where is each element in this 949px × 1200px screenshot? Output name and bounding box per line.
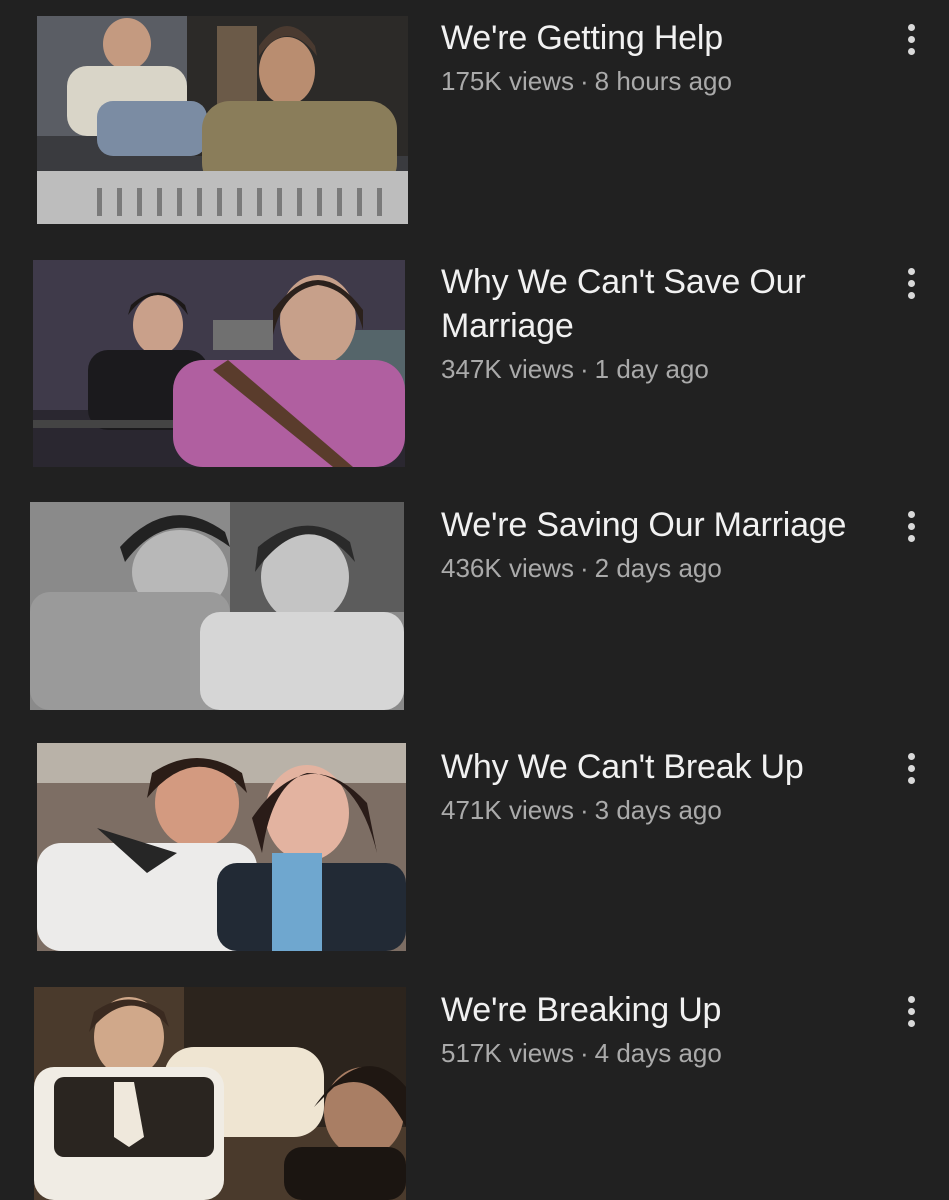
video-title[interactable]: We're Getting Help	[441, 16, 881, 60]
video-metadata: 471K views · 3 days ago	[441, 791, 881, 829]
upload-age: 1 day ago	[594, 354, 709, 384]
upload-age: 2 days ago	[594, 553, 722, 583]
more-vert-icon[interactable]	[894, 743, 928, 793]
thumbnail-image	[37, 16, 408, 224]
upload-age: 8 hours ago	[594, 66, 732, 96]
thumbnail-image	[30, 502, 404, 710]
view-count: 517K views	[441, 1038, 574, 1068]
more-vert-icon[interactable]	[894, 501, 928, 551]
view-count: 436K views	[441, 553, 574, 583]
thumbnail-image	[34, 987, 406, 1200]
video-thumbnail[interactable]	[30, 502, 404, 710]
meta-separator: ·	[579, 795, 589, 825]
more-vert-icon[interactable]	[894, 258, 928, 308]
more-vert-icon[interactable]	[894, 14, 928, 64]
meta-separator: ·	[579, 553, 589, 583]
video-item[interactable]: Why We Can't Save Our Marriage 347K view…	[0, 244, 949, 467]
video-title[interactable]: Why We Can't Save Our Marriage	[441, 260, 881, 348]
video-item[interactable]: Why We Can't Break Up 471K views · 3 days …	[0, 729, 949, 951]
video-item[interactable]: We're Breaking Up 517K views · 4 days ago	[0, 972, 949, 1200]
upload-age: 4 days ago	[594, 1038, 722, 1068]
video-thumbnail[interactable]	[33, 260, 405, 467]
video-item[interactable]: We're Saving Our Marriage 436K views · 2 d…	[0, 487, 949, 710]
video-title[interactable]: Why We Can't Break Up	[441, 745, 881, 789]
meta-separator: ·	[579, 354, 589, 384]
view-count: 471K views	[441, 795, 574, 825]
video-title[interactable]: We're Breaking Up	[441, 988, 881, 1032]
meta-separator: ·	[579, 1038, 589, 1068]
video-title[interactable]: We're Saving Our Marriage	[441, 503, 881, 547]
view-count: 347K views	[441, 354, 574, 384]
meta-separator: ·	[579, 66, 589, 96]
video-metadata: 347K views · 1 day ago	[441, 350, 881, 388]
video-item[interactable]: We're Getting Help 175K views · 8 hours ag…	[0, 0, 949, 224]
video-metadata: 436K views · 2 days ago	[441, 549, 881, 587]
video-metadata: 517K views · 4 days ago	[441, 1034, 881, 1072]
view-count: 175K views	[441, 66, 574, 96]
thumbnail-image	[37, 743, 406, 951]
more-vert-icon[interactable]	[894, 986, 928, 1036]
thumbnail-image	[33, 260, 405, 467]
upload-age: 3 days ago	[594, 795, 722, 825]
video-thumbnail[interactable]	[37, 16, 408, 224]
video-thumbnail[interactable]	[37, 743, 406, 951]
video-metadata: 175K views · 8 hours ago	[441, 62, 881, 100]
video-thumbnail[interactable]	[34, 987, 406, 1200]
